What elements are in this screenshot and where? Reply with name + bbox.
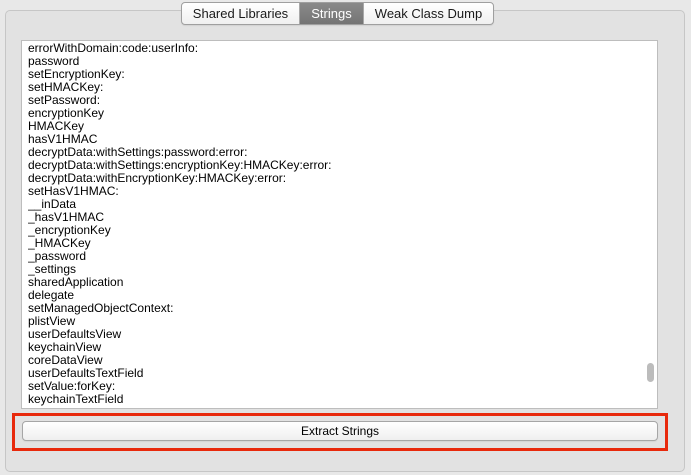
string-line: errorWithDomain:code:userInfo: [28, 42, 199, 55]
string-line: userDefaultsView [28, 327, 122, 341]
scrollbar-thumb[interactable] [647, 363, 654, 382]
string-line: keychainView [28, 340, 102, 354]
string-line: userDefaultsTextField [28, 366, 144, 380]
string-line: HMACKey [28, 119, 85, 133]
string-line: setPassword: [28, 93, 101, 107]
segmented-tab-control: Shared Libraries Strings Weak Class Dump [181, 2, 494, 25]
tab-weak-class-dump[interactable]: Weak Class Dump [364, 3, 493, 24]
string-line: _password [28, 249, 87, 263]
string-line: encryptionKey [28, 106, 105, 120]
string-line: setHasV1HMAC: [28, 184, 119, 198]
strings-text-view[interactable]: errorWithDomain:code:userInfo: password … [21, 40, 658, 409]
string-line: __inData [28, 197, 77, 211]
tab-strings[interactable]: Strings [300, 3, 364, 24]
string-line: _hasV1HMAC [28, 210, 105, 224]
tab-shared-libraries[interactable]: Shared Libraries [182, 3, 300, 24]
string-line: sharedApplication [28, 275, 124, 289]
string-line: decryptData:withEncryptionKey:HMACKey:er… [28, 171, 287, 185]
string-line: _encryptionKey [28, 223, 111, 237]
vertical-scrollbar[interactable] [643, 41, 657, 408]
extract-strings-button[interactable]: Extract Strings [22, 421, 658, 441]
string-line: setHMACKey: [28, 80, 104, 94]
string-line: keychainTextField [28, 392, 124, 406]
strings-list: errorWithDomain:code:userInfo: password … [28, 42, 641, 406]
string-line: setManagedObjectContext: [28, 301, 174, 315]
string-line: setEncryptionKey: [28, 67, 125, 81]
string-line: _HMACKey [28, 236, 91, 250]
